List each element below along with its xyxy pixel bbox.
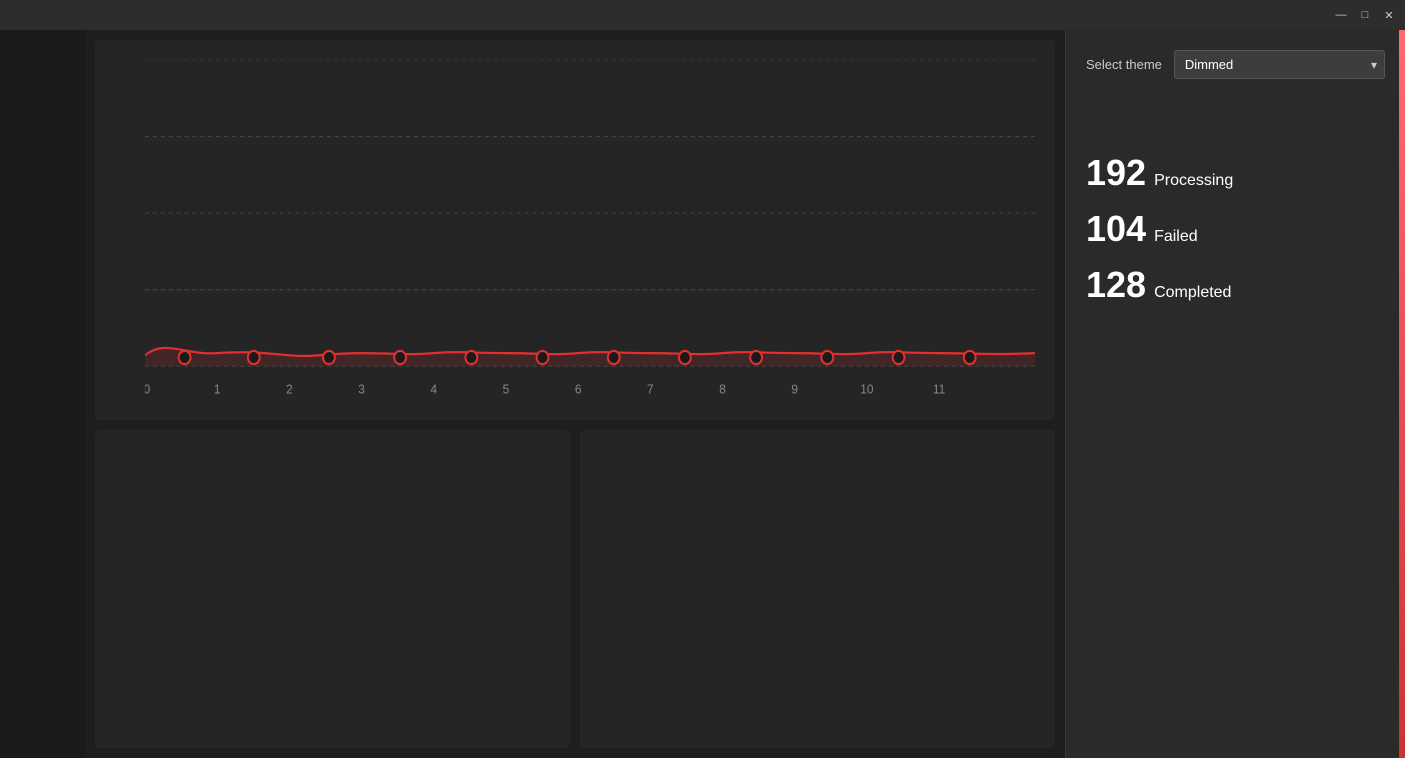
svg-text:4: 4 [430, 382, 437, 397]
stat-row-processing: 192 Processing [1086, 155, 1385, 191]
stats-section: 192 Processing 104 Failed 128 Completed [1086, 155, 1385, 303]
svg-text:9: 9 [791, 382, 798, 397]
bottom-panels [95, 430, 1055, 748]
svg-text:6: 6 [575, 382, 582, 397]
window-titlebar: — □ ✕ [0, 0, 1405, 30]
stat-row-completed: 128 Completed [1086, 267, 1385, 303]
theme-select-wrapper: Dimmed Dark Light [1174, 50, 1385, 79]
bottom-panel-left [95, 430, 570, 748]
stat-label-processing: Processing [1154, 172, 1233, 190]
right-sidebar: Select theme Dimmed Dark Light 192 Proce… [1065, 30, 1405, 758]
svg-text:1: 1 [214, 382, 221, 397]
svg-text:7: 7 [647, 382, 654, 397]
svg-text:3: 3 [358, 382, 365, 397]
svg-text:5: 5 [503, 382, 510, 397]
svg-text:11: 11 [933, 382, 945, 397]
close-button[interactable]: ✕ [1381, 7, 1397, 23]
svg-text:8: 8 [719, 382, 726, 397]
minimize-button[interactable]: — [1333, 7, 1349, 23]
chart-container: 0 2 4 6 8 [95, 40, 1055, 420]
svg-text:2: 2 [286, 382, 293, 397]
stat-number-processing: 192 [1086, 155, 1146, 191]
svg-text:10: 10 [860, 382, 873, 397]
left-panel: 0 2 4 6 8 [85, 30, 1065, 758]
bottom-panel-right [580, 430, 1055, 748]
theme-label: Select theme [1086, 57, 1162, 72]
stat-number-failed: 104 [1086, 211, 1146, 247]
right-accent-bar [1399, 30, 1405, 758]
stat-label-completed: Completed [1154, 284, 1231, 302]
stat-row-failed: 104 Failed [1086, 211, 1385, 247]
svg-text:-0: -0 [145, 382, 150, 397]
theme-select[interactable]: Dimmed Dark Light [1174, 50, 1385, 79]
theme-row: Select theme Dimmed Dark Light [1086, 50, 1385, 79]
maximize-button[interactable]: □ [1357, 7, 1373, 23]
main-layout: 0 2 4 6 8 [0, 30, 1405, 758]
stat-number-completed: 128 [1086, 267, 1146, 303]
chart-svg: 0 2 4 6 8 [145, 60, 1035, 410]
stat-label-failed: Failed [1154, 228, 1198, 246]
